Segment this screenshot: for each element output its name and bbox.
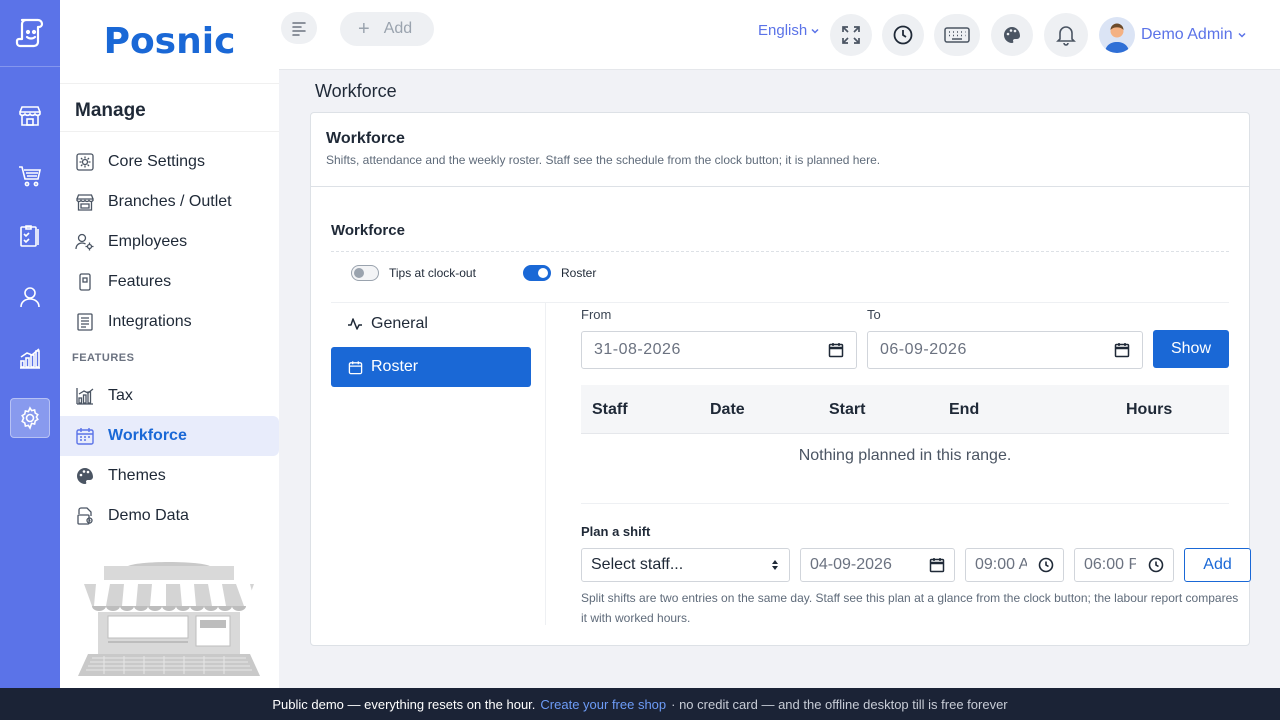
rail-divider — [0, 66, 60, 67]
rail-settings-gear-icon[interactable] — [10, 398, 50, 438]
rail-clipboard-icon[interactable] — [10, 216, 50, 256]
workforce-card: Workforce Shifts, attendance and the wee… — [310, 112, 1251, 646]
chevron-down-icon — [1238, 32, 1246, 38]
roster-switch[interactable]: Roster — [523, 265, 596, 281]
create-shop-link[interactable]: Create your free shop — [540, 697, 666, 712]
section-divider — [331, 251, 1229, 252]
notifications-button[interactable] — [1044, 13, 1088, 57]
clock-icon[interactable] — [1038, 557, 1054, 573]
column-divider — [545, 303, 546, 625]
avatar — [1099, 17, 1135, 53]
palette-icon — [1004, 27, 1020, 43]
menu-item-demo-data[interactable]: Demo Data — [60, 496, 279, 536]
column-header-start[interactable]: Start — [829, 401, 865, 419]
expand-icon — [842, 26, 860, 44]
user-menu[interactable]: Demo Admin — [1099, 17, 1248, 53]
card-header: Workforce Shifts, attendance and the wee… — [311, 113, 1249, 187]
calendar-icon — [75, 426, 95, 446]
gear-icon — [75, 152, 95, 172]
shift-end-time-input[interactable]: 06:00 PM — [1074, 548, 1174, 582]
chart-icon — [75, 386, 95, 406]
chevron-down-icon — [811, 28, 819, 34]
from-date-input[interactable]: 31-08-2026 — [581, 331, 857, 369]
menu-item-workforce[interactable]: Workforce — [60, 416, 279, 456]
add-shift-button[interactable]: Add — [1184, 548, 1251, 582]
user-gear-icon — [75, 232, 95, 252]
menu-item-features[interactable]: Features — [60, 262, 279, 302]
empty-state-message: Nothing planned in this range. — [798, 447, 1012, 464]
column-header-date[interactable]: Date — [710, 401, 745, 419]
card-title: Workforce — [326, 130, 405, 147]
activity-icon — [347, 316, 363, 332]
calendar-icon[interactable] — [828, 342, 844, 358]
calendar-icon — [347, 359, 363, 375]
select-arrows-icon — [772, 560, 778, 570]
tab-roster[interactable]: Roster — [331, 347, 531, 387]
from-label: From — [581, 307, 612, 322]
menu-item-tax[interactable]: Tax — [60, 376, 279, 416]
settings-menu: Posnic Manage Core Settings Branches / O… — [60, 0, 279, 688]
table-divider — [581, 503, 1229, 504]
card-subtitle: Shifts, attendance and the weekly roster… — [326, 153, 881, 167]
demo-banner: Public demo — everything resets on the h… — [0, 688, 1280, 720]
tips-switch[interactable]: Tips at clock-out — [351, 265, 476, 281]
clock-button[interactable] — [882, 14, 924, 56]
menu-item-core-settings[interactable]: Core Settings — [60, 142, 279, 182]
menu-item-themes[interactable]: Themes — [60, 456, 279, 496]
sidebar-toggle-button[interactable] — [281, 12, 317, 44]
calendar-icon[interactable] — [929, 557, 945, 573]
calendar-icon[interactable] — [1114, 342, 1130, 358]
column-header-hours[interactable]: Hours — [1126, 401, 1172, 419]
row-divider — [331, 302, 1229, 303]
store-icon — [75, 192, 95, 212]
roster-table-header: Staff Date Start End Hours — [581, 385, 1229, 434]
rail-store-icon[interactable] — [10, 96, 50, 136]
tablet-icon — [75, 272, 95, 292]
clock-icon[interactable] — [1148, 557, 1164, 573]
language-dropdown[interactable]: English — [758, 22, 821, 39]
app-logo-icon[interactable] — [8, 10, 52, 54]
show-button[interactable]: Show — [1153, 330, 1229, 368]
column-header-staff[interactable]: Staff — [592, 401, 628, 419]
to-date-input[interactable]: 06-09-2026 — [867, 331, 1143, 369]
clipboard-icon — [75, 312, 95, 332]
database-icon — [75, 506, 95, 526]
keyboard-icon — [944, 27, 970, 43]
page-title: Workforce — [315, 81, 397, 101]
theme-button[interactable] — [991, 14, 1033, 56]
rail-chart-icon[interactable] — [10, 338, 50, 378]
shop-illustration — [74, 556, 264, 689]
menu-lines-icon — [292, 22, 306, 36]
plus-icon: + — [358, 17, 370, 40]
shift-date-input[interactable]: 04-09-2026 — [800, 548, 955, 582]
brand-logo[interactable]: Posnic — [60, 0, 279, 84]
rail-cart-icon[interactable] — [10, 156, 50, 196]
column-header-end[interactable]: End — [949, 401, 979, 419]
tab-general[interactable]: General — [331, 304, 531, 344]
menu-item-integrations[interactable]: Integrations — [60, 302, 279, 342]
to-label: To — [867, 307, 881, 322]
rail-user-icon[interactable] — [10, 277, 50, 317]
bell-icon — [1056, 26, 1076, 46]
quick-add-button[interactable]: + Add — [340, 12, 434, 46]
toggle-on[interactable] — [523, 265, 551, 281]
top-bar: + Add English Demo Admin — [279, 0, 1280, 70]
shift-start-time-input[interactable]: 09:00 AM — [965, 548, 1064, 582]
clock-icon — [893, 25, 913, 45]
menu-title: Manage — [75, 100, 146, 121]
menu-divider — [60, 131, 279, 132]
plan-shift-label: Plan a shift — [581, 524, 651, 539]
keyboard-button[interactable] — [934, 14, 980, 56]
toggle-off[interactable] — [351, 265, 379, 281]
menu-item-employees[interactable]: Employees — [60, 222, 279, 262]
palette-icon — [75, 466, 95, 486]
staff-select[interactable]: Select staff... — [581, 548, 790, 582]
menu-section-features: FEATURES — [72, 352, 135, 364]
menu-item-branches[interactable]: Branches / Outlet — [60, 182, 279, 222]
help-text: Split shifts are two entries on the same… — [581, 591, 1239, 625]
section-title: Workforce — [331, 222, 405, 239]
fullscreen-button[interactable] — [830, 14, 872, 56]
icon-rail — [0, 0, 60, 688]
